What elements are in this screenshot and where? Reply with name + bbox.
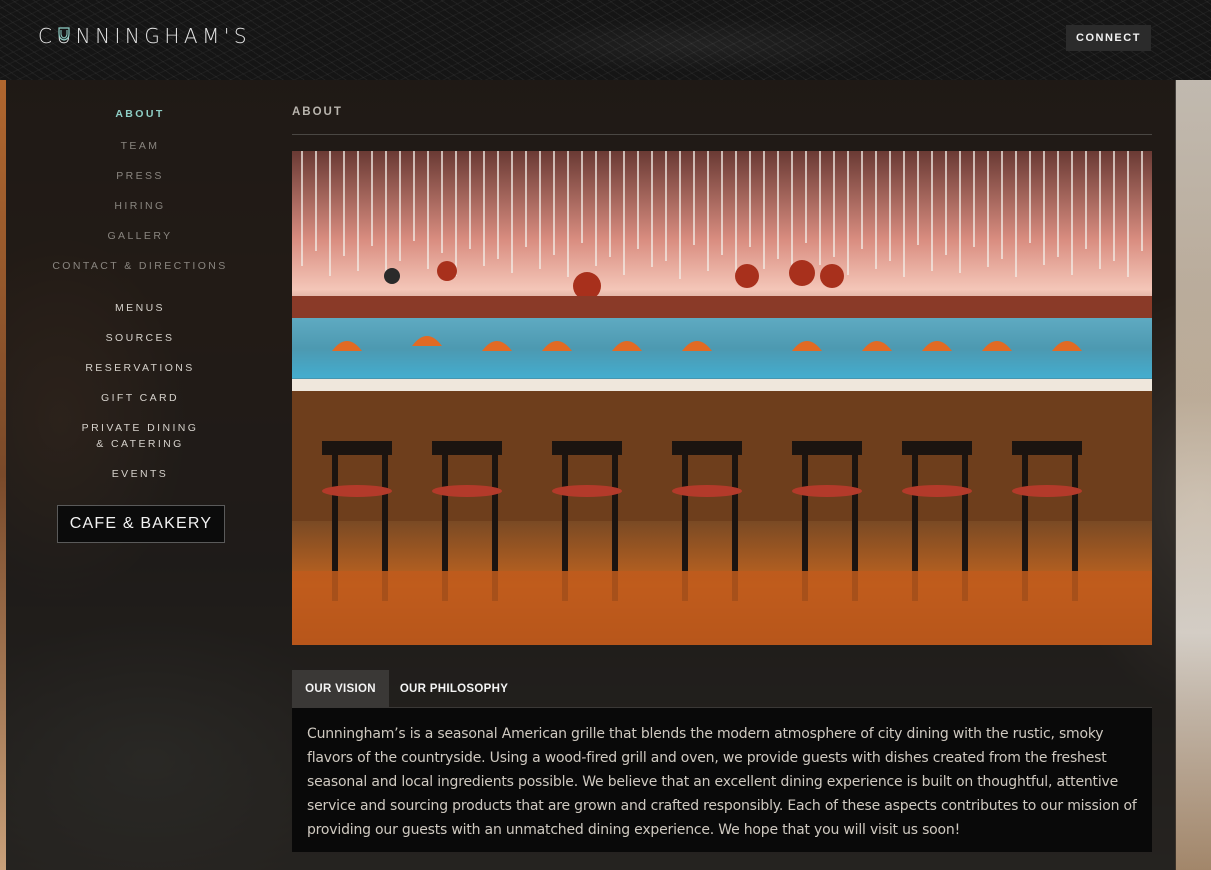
- tab-panel-our-vision: Cunningham’s is a seasonal American gril…: [292, 707, 1152, 852]
- vision-text: Cunningham’s is a seasonal American gril…: [307, 726, 1137, 838]
- tab-our-philosophy[interactable]: OUR PHILOSOPHY: [389, 670, 519, 707]
- title-divider: [292, 134, 1152, 135]
- page-title: ABOUT: [292, 106, 343, 118]
- private-dining-line-2: & CATERING: [96, 438, 184, 450]
- private-dining-line-1: PRIVATE DINING: [81, 422, 199, 434]
- sidebar-item-menus[interactable]: MENUS: [30, 300, 250, 316]
- sidebar-item-hiring[interactable]: HIRING: [30, 198, 250, 214]
- sidebar-item-press[interactable]: PRESS: [30, 168, 250, 184]
- sidebar-item-private-dining[interactable]: PRIVATE DINING & CATERING: [30, 420, 250, 452]
- sidebar-item-reservations[interactable]: RESERVATIONS: [30, 360, 250, 376]
- sidebar-item-team[interactable]: TEAM: [30, 138, 250, 154]
- restaurant-photo: [292, 151, 1152, 645]
- tab-our-vision[interactable]: OUR VISION: [292, 670, 389, 707]
- cafe-bakery-button[interactable]: CAFE & BAKERY: [57, 505, 225, 543]
- logo-shield-icon: [58, 27, 70, 41]
- sidebar-item-contact[interactable]: CONTACT & DIRECTIONS: [30, 258, 250, 274]
- sidebar-item-gallery[interactable]: GALLERY: [30, 228, 250, 244]
- site-header: CUNNINGHAM'S CONNECT: [0, 0, 1211, 80]
- connect-button[interactable]: CONNECT: [1066, 25, 1151, 51]
- sidebar-item-about[interactable]: ABOUT: [30, 106, 250, 122]
- site-logo[interactable]: CUNNINGHAM'S: [38, 24, 251, 48]
- sidebar-item-sources[interactable]: SOURCES: [30, 330, 250, 346]
- background-edge-right: [1175, 80, 1211, 870]
- sidebar-item-gift-card[interactable]: GIFT CARD: [30, 390, 250, 406]
- sidebar-item-events[interactable]: EVENTS: [30, 466, 250, 482]
- restaurant-photo-illustration: [292, 151, 1152, 645]
